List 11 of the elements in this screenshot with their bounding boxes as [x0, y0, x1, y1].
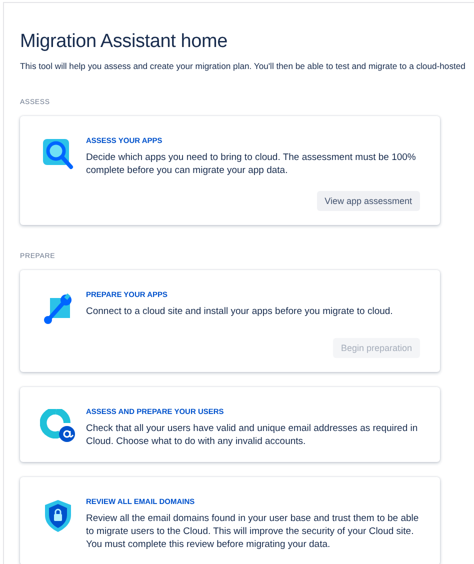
page-title: Migration Assistant home	[20, 31, 228, 53]
card-description: Decide which apps you need to bring to cloud. The assessment must be 100% complete before you can migrate your app data.	[86, 151, 417, 177]
magnifier-icon	[42, 138, 74, 170]
card-description: Connect to a cloud site and install your apps before you migrate to cloud.	[86, 305, 394, 318]
user-email-icon	[40, 409, 76, 443]
card-description: Review all the email domains found in your user base and trust them to be able to migrate users to the Cloud. This will improve the security of your Cloud site. You must complete this review before migrating your data.	[86, 512, 420, 551]
action-button[interactable]: View app assessment	[316, 191, 420, 211]
intro-text: This tool will help you assess and create your migration plan. You'll then be able to test and migrate to a cloud-hosted	[20, 61, 466, 71]
card-description: Check that all your users have valid and unique email addresses as required in Cloud. Choose what to do with any invalid accounts.	[86, 422, 419, 448]
wrench-icon	[42, 292, 74, 324]
shield-icon	[44, 499, 72, 533]
